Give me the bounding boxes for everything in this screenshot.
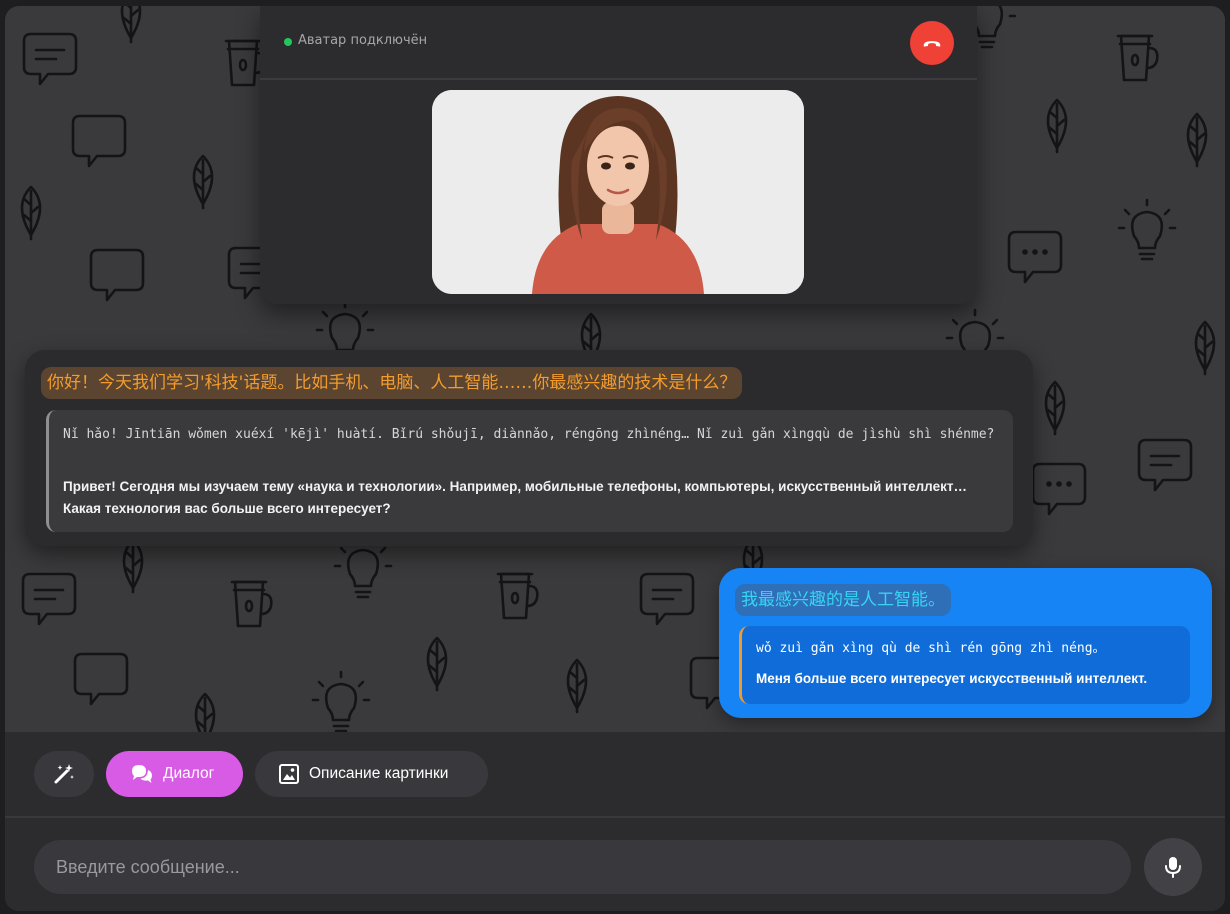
connection-status-dot	[284, 38, 292, 46]
bot-message-translation-block: Nǐ hǎo! Jīntiān wǒmen xuéxí 'kējì' huàtí…	[46, 410, 1013, 532]
microphone-button[interactable]	[1144, 838, 1202, 896]
magic-button[interactable]	[34, 751, 94, 797]
message-input[interactable]	[34, 840, 1131, 894]
app-window: Аватар подключён 你好！今天我们学习'科技'话题。比如手机、电脑…	[5, 6, 1225, 911]
composer	[5, 818, 1225, 911]
bot-message: 你好！今天我们学习'科技'话题。比如手机、电脑、人工智能……你最感兴趣的技术是什…	[25, 350, 1033, 546]
mode-toolbar: Диалог Описание картинки	[5, 732, 1225, 818]
user-message-translation-block: wǒ zuì gǎn xìng qù de shì rén gōng zhì n…	[739, 626, 1190, 704]
magic-wand-icon	[54, 764, 74, 784]
avatar-video	[432, 90, 804, 294]
avatar-image	[432, 90, 804, 294]
user-message-pinyin: wǒ zuì gǎn xìng qù de shì rén gōng zhì n…	[756, 641, 1106, 656]
chat-bubbles-icon	[132, 765, 152, 783]
image-icon	[279, 764, 299, 784]
bot-message-hanzi[interactable]: 你好！今天我们学习'科技'话题。比如手机、电脑、人工智能……你最感兴趣的技术是什…	[41, 367, 743, 399]
connection-status-text: Аватар подключён	[298, 33, 428, 48]
user-message: 我最感兴趣的是人工智能。 wǒ zuì gǎn xìng qù de shì r…	[719, 568, 1212, 718]
microphone-icon	[1165, 857, 1181, 878]
picture-description-label: Описание картинки	[309, 765, 449, 782]
avatar-header: Аватар подключён	[260, 6, 977, 80]
bot-message-russian: Привет! Сегодня мы изучаем тему «наука и…	[63, 479, 967, 516]
phone-hangup-icon	[923, 41, 941, 47]
user-message-russian: Меня больше всего интересует искусственн…	[756, 671, 1148, 686]
user-message-hanzi[interactable]: 我最感兴趣的是人工智能。	[735, 584, 951, 616]
bot-message-pinyin: Nǐ hǎo! Jīntiān wǒmen xuéxí 'kējì' huàtí…	[63, 427, 995, 442]
dialog-mode-button[interactable]: Диалог	[106, 751, 243, 797]
dialog-mode-label: Диалог	[163, 765, 215, 782]
avatar-panel: Аватар подключён	[260, 6, 977, 304]
picture-description-button[interactable]: Описание картинки	[255, 751, 488, 797]
hangup-button[interactable]	[910, 21, 954, 65]
